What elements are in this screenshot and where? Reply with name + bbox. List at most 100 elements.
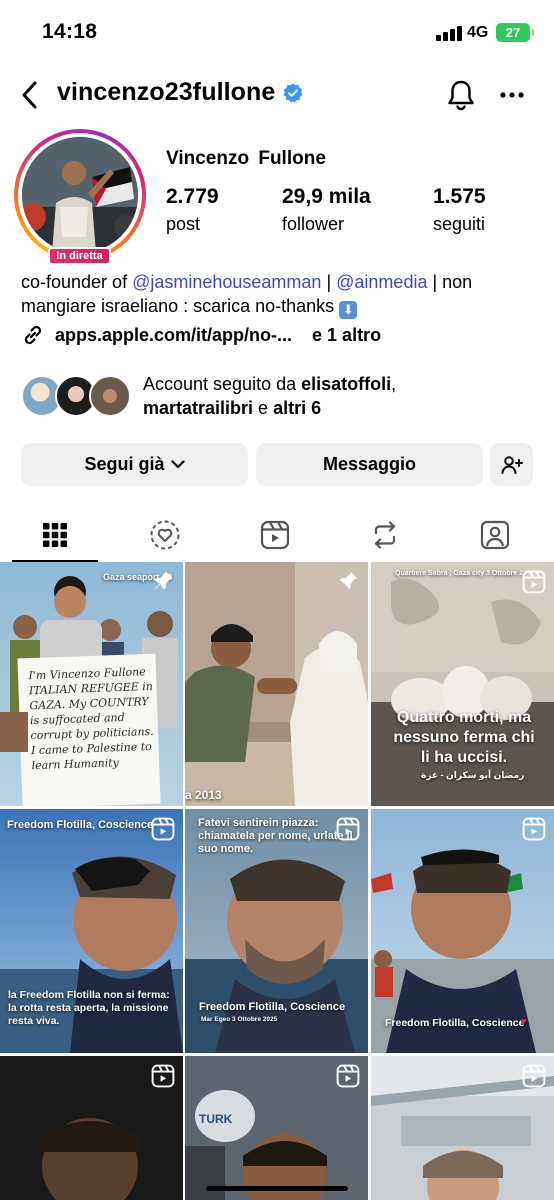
posts-stat: 2.779 post: [166, 185, 219, 235]
grid-icon: [43, 523, 67, 547]
home-indicator[interactable]: [206, 1186, 348, 1191]
following-button-label: Segui già: [84, 454, 165, 474]
posts-grid: Gaza seaport 20 I'm Vincenzo Fullone ITA…: [0, 562, 554, 1200]
message-button-label: Messaggio: [322, 454, 417, 474]
profile-link-row[interactable]: apps.apple.com/it/app/no-... e 1 altro: [21, 323, 381, 347]
post-caption: Freedom Flotilla, Coscience: [199, 1001, 346, 1013]
tab-reposts[interactable]: [342, 508, 428, 562]
post-tile[interactable]: a 2013: [185, 562, 368, 806]
post-caption: Quattro morti, ma nessuno ferma chi li h…: [393, 709, 535, 766]
post-tile[interactable]: Gaza seaport 20 I'm Vincenzo Fullone ITA…: [0, 562, 183, 806]
post-caption: a 2013: [185, 788, 222, 802]
followed-by-user-2: martatrailibri: [143, 398, 254, 418]
post-caption: Freedom Flotilla, Coscience: [385, 1017, 525, 1029]
tagged-person-icon: [480, 520, 510, 550]
top-nav: vincenzo23fullone: [0, 70, 554, 120]
post-tile[interactable]: Quartiere Sabra , Gaza city 3 Ottobre 2 …: [371, 562, 554, 806]
avatar: [22, 137, 138, 253]
following-button[interactable]: Segui già: [21, 443, 248, 486]
heart-emoji-icon: ♥: [520, 1016, 527, 1028]
reel-icon: [151, 817, 175, 841]
message-button[interactable]: Messaggio: [256, 443, 483, 486]
down-arrow-emoji-icon: ⬇: [339, 301, 358, 319]
tab-highlights[interactable]: [122, 508, 208, 562]
suggested-accounts-button[interactable]: [490, 443, 533, 486]
profile-username: vincenzo23fullone: [57, 78, 276, 106]
reel-icon: [522, 1064, 546, 1088]
post-subcaption: Mar Egeo 3 Ottobre 2025: [201, 1016, 278, 1023]
post-location-caption: Freedom Flotilla, Coscience: [7, 819, 154, 831]
post-caption: la Freedom Flotilla non si ferma: la rot…: [8, 989, 170, 1027]
post-tile[interactable]: TURK: [185, 1056, 368, 1200]
post-image: [185, 562, 368, 806]
profile-link-text[interactable]: apps.apple.com/it/app/no-...: [55, 325, 292, 346]
heart-circle-icon: [150, 520, 180, 550]
profile-avatar-story-ring[interactable]: [14, 129, 146, 261]
followed-by-comma: ,: [391, 374, 397, 394]
post-tile[interactable]: [0, 1056, 183, 1200]
back-button[interactable]: [12, 77, 46, 113]
profile-bio: co-founder of @jasminehouseamman | @ainm…: [21, 270, 541, 319]
tab-reels[interactable]: [232, 508, 318, 562]
network-label: 4G: [467, 24, 489, 41]
protest-sign-text: I'm Vincenzo Fullone ITALIAN REFUGEE in …: [28, 665, 154, 773]
following-label: seguiti: [433, 214, 486, 234]
post-caption-top: Fatevi sentirein piazza: chiamatela per …: [198, 817, 353, 855]
post-location-caption: Quartiere Sabra , Gaza city 3 Ottobre 2: [395, 570, 523, 577]
profile-tab-bar: [0, 508, 554, 562]
followers-label: follower: [282, 214, 345, 234]
reel-icon: [522, 817, 546, 841]
bio-separator: |: [321, 272, 337, 292]
posts-label: post: [166, 214, 201, 234]
bell-icon: [448, 80, 474, 111]
followers-count: 29,9 mila: [282, 185, 371, 208]
post-tile[interactable]: Fatevi sentirein piazza: chiamatela per …: [185, 809, 368, 1053]
mutual-avatars: [21, 373, 133, 419]
followed-by-user-1: elisatoffoli: [301, 374, 392, 394]
notifications-button[interactable]: [443, 76, 479, 114]
avatar-photo: [22, 137, 138, 253]
post-credit: رمضان أبو سكران - غزة: [421, 770, 525, 780]
followed-by-others: altri 6: [273, 398, 322, 418]
battery-icon: 27: [496, 23, 534, 42]
followed-by-row[interactable]: Account seguito da elisatoffoli, martatr…: [21, 372, 396, 420]
followed-by-and: e: [253, 398, 274, 418]
reels-icon: [260, 520, 290, 550]
live-badge: In diretta: [48, 247, 111, 265]
verified-badge-icon: [283, 82, 303, 103]
followed-by-prefix: Account seguito da: [143, 374, 302, 394]
pin-icon: [154, 571, 173, 590]
bio-mention-jasminehouseamman[interactable]: @jasminehouseamman: [132, 272, 321, 292]
following-count: 1.575: [433, 185, 486, 208]
profile-full-name: Vincenzo Fullone: [166, 148, 326, 169]
pin-icon: [339, 571, 358, 590]
tab-tagged[interactable]: [452, 508, 538, 562]
followed-by-text: Account seguito da elisatoffoli, martatr…: [143, 372, 396, 420]
post-tile[interactable]: Freedom Flotilla, Coscience la Freedom F…: [0, 809, 183, 1053]
bio-mention-ainmedia[interactable]: @ainmedia: [336, 272, 427, 292]
more-options-button[interactable]: [495, 76, 529, 114]
profile-link-more[interactable]: e 1 altro: [312, 325, 381, 346]
more-horizontal-icon: [500, 92, 524, 98]
profile-username-row: vincenzo23fullone: [57, 78, 304, 107]
reel-icon: [336, 817, 360, 841]
post-tile[interactable]: [371, 1056, 554, 1200]
battery-level: 27: [505, 25, 521, 40]
tab-grid[interactable]: [12, 508, 98, 562]
reel-icon: [336, 1064, 360, 1088]
reel-icon: [151, 1064, 175, 1088]
posts-count: 2.779: [166, 185, 219, 208]
repost-icon: [374, 521, 396, 549]
mutual-avatar-3: [89, 375, 131, 417]
chevron-down-icon: [170, 460, 185, 469]
post-tile[interactable]: Freedom Flotilla, Coscience ♥: [371, 809, 554, 1053]
status-bar: 14:18 4G 27: [0, 0, 554, 64]
add-person-icon: [501, 455, 523, 474]
status-time: 14:18: [42, 20, 98, 43]
chevron-left-icon: [22, 81, 37, 109]
following-stat[interactable]: 1.575 seguiti: [433, 185, 486, 235]
bio-prefix: co-founder of: [21, 272, 133, 292]
followers-stat[interactable]: 29,9 mila follower: [282, 185, 371, 235]
signal-icon: [436, 25, 462, 41]
ship-lettering: TURK: [199, 1112, 233, 1126]
